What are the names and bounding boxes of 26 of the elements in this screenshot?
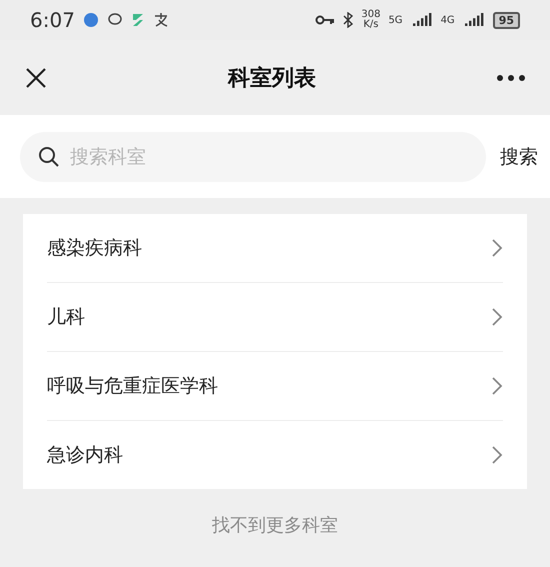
search-button[interactable]: 搜索 [500,144,538,170]
page-title: 科室列表 [228,64,316,92]
network-speed: 308 [361,10,380,20]
search-input[interactable]: 搜索科室 [68,144,468,168]
no-more-text: 找不到更多科室 [212,515,338,536]
signal-icon [462,12,485,28]
department-item[interactable]: 急诊内科 [47,420,503,489]
more-icon [496,74,526,82]
chevron-icon [491,238,503,258]
network-type: 5G [388,14,403,26]
status-time: 6:07 [30,8,75,32]
search-icon [38,146,60,168]
signal-icon [410,12,433,28]
search-field[interactable]: 搜索科室 [20,132,486,182]
department-item[interactable]: 感染疾病科 [47,214,503,282]
chevron-icon [491,307,503,327]
key-icon [315,14,336,26]
department-item[interactable]: 儿科 [47,282,503,351]
chevron-icon [491,376,503,396]
close-icon [24,66,48,90]
department-item[interactable]: 呼吸与危重症医学科 [47,351,503,420]
speed-unit: K/s [363,20,378,30]
battery-level: 95 [492,12,520,28]
network-type: 4G [440,14,455,26]
chevron-icon [491,445,503,465]
bluetooth-icon [343,12,354,28]
